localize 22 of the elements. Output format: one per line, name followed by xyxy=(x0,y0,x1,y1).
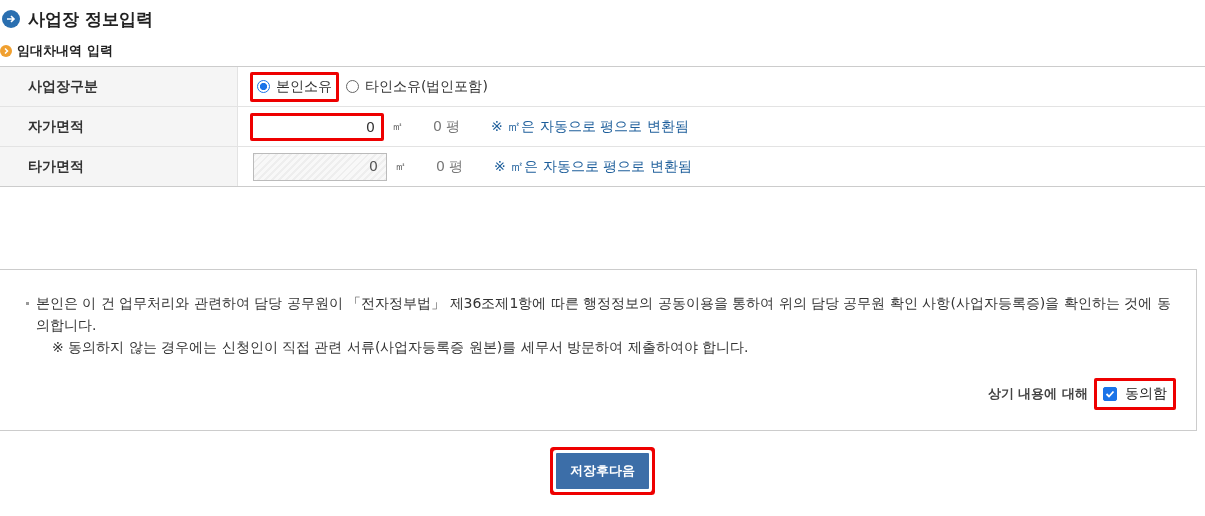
chevron-circle-icon xyxy=(0,45,12,57)
notice-text: 본인은 이 건 업무처리와 관련하여 담당 공무원이 「전자정부법」 제36조제1항에 따른 행정정보의 공동이용을 통하여 위의 담당 공무원 확인 사항(사업자등록증)을 확인하는 것에 동의합니다. xyxy=(36,295,1171,333)
section-title: 임대차내역 입력 xyxy=(17,42,113,60)
radio-option[interactable]: 타인소유(법인포함) xyxy=(339,71,495,102)
area-input-field: 0 xyxy=(253,152,387,181)
row-label: 사업장구분 xyxy=(28,77,98,96)
arrow-circle-icon xyxy=(2,10,20,28)
page-title: 사업장 정보입력 xyxy=(28,7,153,31)
agree-prompt: 상기 내용에 대해 xyxy=(987,385,1088,403)
notice-text: ※ 동의하지 않는 경우에는 신청인이 직접 관련 서류(사업자등록증 원본)를 세무서 방문하여 제출하여야 합니다. xyxy=(52,339,749,355)
row-label: 자가면적 xyxy=(28,117,84,136)
radio-option[interactable]: 본인소유 xyxy=(250,71,339,102)
unit-label: ㎡ xyxy=(395,159,406,174)
area-input-field[interactable]: 0 xyxy=(250,112,384,141)
pyeong-value: 0 평 xyxy=(436,157,465,176)
conversion-note: ※ ㎡은 자동으로 평으로 변환됨 xyxy=(494,157,692,176)
agree-checkbox[interactable]: 동의함 xyxy=(1094,378,1176,410)
checkmark-icon xyxy=(1105,389,1115,399)
pyeong-value: 0 평 xyxy=(433,117,462,136)
unit-label: ㎡ xyxy=(392,119,403,134)
row-label: 타가면적 xyxy=(28,157,84,176)
conversion-note: ※ ㎡은 자동으로 평으로 변환됨 xyxy=(491,117,689,136)
